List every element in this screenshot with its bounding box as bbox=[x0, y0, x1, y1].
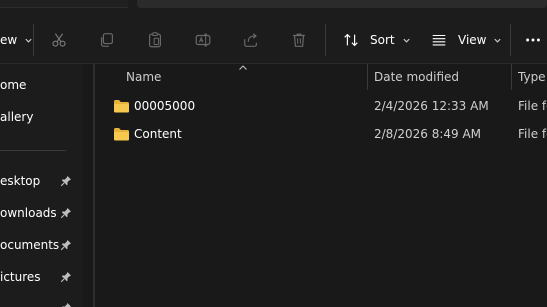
nav-item-desktop[interactable]: esktop bbox=[0, 167, 83, 195]
file-name: 00005000 bbox=[134, 99, 196, 113]
nav-item-home[interactable]: ome bbox=[0, 71, 83, 99]
pin-icon bbox=[60, 239, 72, 251]
column-header-label: Type bbox=[518, 70, 546, 84]
sort-icon bbox=[340, 29, 362, 51]
nav-item-partial[interactable] bbox=[0, 294, 83, 307]
nav-item-gallery[interactable]: allery bbox=[0, 103, 83, 131]
copy-button[interactable] bbox=[96, 24, 118, 56]
file-row[interactable]: 00005000 2/4/2026 12:33 AM File fo bbox=[95, 92, 547, 120]
pin-icon bbox=[60, 302, 72, 307]
paste-button[interactable] bbox=[144, 24, 166, 56]
rename-icon bbox=[192, 29, 214, 51]
share-button[interactable] bbox=[240, 24, 262, 56]
nav-item-downloads[interactable]: ownloads bbox=[0, 199, 83, 227]
view-button[interactable]: View bbox=[428, 24, 502, 56]
new-menu-button[interactable]: ew bbox=[0, 24, 33, 56]
file-date: 2/4/2026 12:33 AM bbox=[374, 99, 489, 113]
folder-icon bbox=[113, 99, 130, 113]
pin-icon bbox=[60, 207, 72, 219]
share-icon bbox=[240, 29, 262, 51]
navigation-pane: ome allery esktop ownloads ocuments ictu… bbox=[0, 64, 83, 307]
column-header-label: Date modified bbox=[374, 70, 460, 84]
paste-icon bbox=[144, 29, 166, 51]
nav-item-label: esktop bbox=[0, 174, 41, 188]
view-icon bbox=[428, 29, 450, 51]
toolbar-divider bbox=[33, 24, 34, 56]
copy-icon bbox=[96, 29, 118, 51]
chevron-down-icon bbox=[493, 36, 502, 45]
file-name-cell: 00005000 bbox=[113, 92, 195, 120]
chevron-down-icon bbox=[24, 36, 33, 45]
file-date: 2/8/2026 8:49 AM bbox=[374, 127, 482, 141]
search-bar-edge[interactable] bbox=[137, 0, 547, 8]
column-header-type[interactable]: Type bbox=[518, 64, 546, 90]
nav-item-label: allery bbox=[0, 110, 34, 124]
delete-button[interactable] bbox=[288, 24, 310, 56]
command-bar: ew Sort View bbox=[0, 14, 547, 64]
nav-item-documents[interactable]: ocuments bbox=[0, 231, 83, 259]
address-bar-edge[interactable] bbox=[0, 0, 128, 8]
cut-button[interactable] bbox=[48, 24, 70, 56]
file-type: File fo bbox=[518, 127, 547, 141]
column-header-name[interactable]: Name bbox=[126, 64, 161, 90]
file-explorer-window: ew Sort View ome allery esktop ownloads … bbox=[0, 0, 547, 307]
nav-item-label: ictures bbox=[0, 270, 41, 284]
nav-item-pictures[interactable]: ictures bbox=[0, 263, 83, 291]
folder-icon bbox=[113, 127, 130, 141]
view-label: View bbox=[458, 33, 487, 47]
chevron-down-icon bbox=[402, 36, 411, 45]
rename-button[interactable] bbox=[192, 24, 214, 56]
toolbar-divider bbox=[510, 24, 511, 56]
more-options-button[interactable] bbox=[522, 24, 544, 56]
file-list: Name Date modified Type 00005000 2/4/202… bbox=[95, 64, 547, 307]
new-menu-label: ew bbox=[0, 33, 18, 47]
file-name-cell: Content bbox=[113, 120, 182, 148]
file-type: File fo bbox=[518, 99, 547, 113]
more-icon bbox=[522, 29, 544, 51]
column-divider[interactable] bbox=[511, 64, 512, 90]
sort-ascending-icon bbox=[238, 64, 248, 72]
cut-icon bbox=[48, 29, 70, 51]
pin-icon bbox=[60, 271, 72, 283]
nav-item-label: ome bbox=[0, 78, 27, 92]
column-header-date[interactable]: Date modified bbox=[374, 64, 459, 90]
pin-icon bbox=[60, 175, 72, 187]
column-divider[interactable] bbox=[367, 64, 368, 90]
nav-item-label: ownloads bbox=[0, 206, 57, 220]
file-row[interactable]: Content 2/8/2026 8:49 AM File fo bbox=[95, 120, 547, 148]
toolbar-divider bbox=[325, 24, 326, 56]
sort-button[interactable]: Sort bbox=[340, 24, 411, 56]
nav-item-label: ocuments bbox=[0, 238, 60, 252]
sort-label: Sort bbox=[370, 33, 395, 47]
delete-icon bbox=[288, 29, 310, 51]
nav-divider bbox=[0, 150, 66, 151]
file-name: Content bbox=[134, 127, 182, 141]
column-header-label: Name bbox=[126, 70, 162, 84]
